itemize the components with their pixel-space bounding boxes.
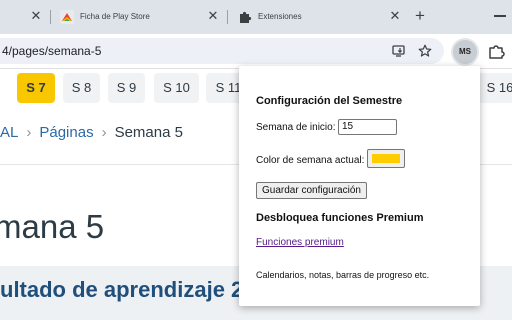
- chevron-right-icon: ›: [101, 124, 107, 141]
- week-button[interactable]: S 9: [108, 73, 145, 103]
- address-bar[interactable]: 4/pages/semana-5: [0, 38, 444, 64]
- new-tab-icon[interactable]: +: [410, 6, 430, 26]
- browser-toolbar: 4/pages/semana-5 MS: [0, 34, 512, 69]
- color-label: Color de semana actual:: [256, 155, 365, 166]
- page-title: mana 5: [0, 208, 105, 245]
- tab-separator: [50, 10, 51, 24]
- star-icon[interactable]: [418, 44, 432, 58]
- puzzle-icon: [240, 11, 252, 23]
- extensions-icon[interactable]: [487, 42, 505, 60]
- week-button[interactable]: S 16: [478, 73, 512, 103]
- color-picker[interactable]: [367, 149, 405, 168]
- week-button[interactable]: S 10: [154, 73, 199, 103]
- tab-title: Ficha de Play Store: [80, 12, 150, 21]
- premium-link[interactable]: Funciones premium: [256, 236, 344, 250]
- section-heading: ultado de aprendizaje 2: [0, 277, 244, 302]
- tab-strip: ✕ Ficha de Play Store ✕ Extensiones ✕ +: [0, 0, 512, 34]
- premium-note: Calendarios, notas, barras de progreso e…: [256, 270, 430, 280]
- save-config-button[interactable]: Guardar configuración: [256, 182, 367, 199]
- breadcrumb-course-link[interactable]: AL: [0, 124, 18, 141]
- premium-heading: Desbloquea funciones Premium: [256, 212, 424, 224]
- week-button[interactable]: S 8: [63, 73, 100, 103]
- tab-title: Extensiones: [258, 12, 302, 21]
- color-swatch-fill: [372, 154, 400, 163]
- profile-avatar[interactable]: MS: [453, 40, 477, 64]
- url-text[interactable]: 4/pages/semana-5: [2, 43, 101, 59]
- chevron-right-icon: ›: [26, 124, 32, 141]
- week-button-active[interactable]: S 7: [17, 73, 55, 103]
- breadcrumb-pages-link[interactable]: Páginas: [39, 124, 93, 141]
- tab-extensions[interactable]: Extensiones ✕: [230, 4, 402, 30]
- tab-play-store[interactable]: Ficha de Play Store ✕: [52, 4, 224, 30]
- breadcrumb-current: Semana 5: [114, 124, 183, 141]
- close-icon[interactable]: ✕: [386, 7, 404, 25]
- popup-title: Configuración del Semestre: [256, 95, 403, 107]
- play-store-favicon-icon: [60, 10, 74, 24]
- extension-popup: Configuración del Semestre Semana de ini…: [239, 66, 480, 306]
- close-icon[interactable]: ✕: [27, 7, 45, 25]
- start-week-input[interactable]: 15: [338, 119, 397, 135]
- start-week-label: Semana de inicio:: [256, 122, 336, 133]
- tab-separator: [227, 10, 228, 24]
- minimize-icon[interactable]: [494, 15, 506, 17]
- close-icon[interactable]: ✕: [204, 7, 222, 25]
- install-app-icon[interactable]: [392, 44, 406, 58]
- breadcrumb: AL › Páginas › Semana 5: [0, 124, 183, 142]
